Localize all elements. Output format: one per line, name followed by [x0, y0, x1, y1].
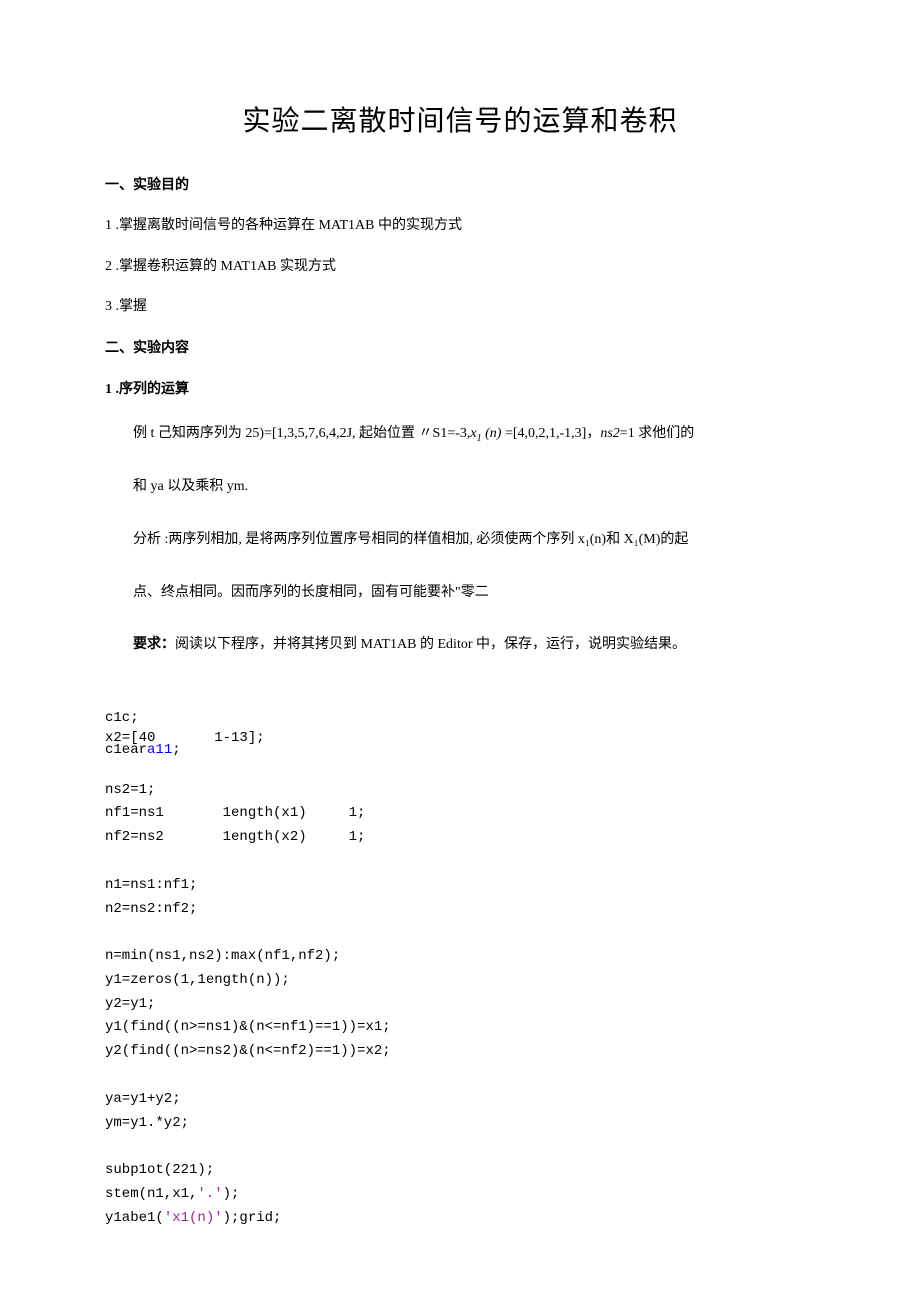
- code-line-14: ym=y1.*y2;: [105, 1115, 189, 1131]
- matlab-code-block: c1c; x2=[40 1-13];c1eara11; ns2=1; nf1=n…: [105, 683, 815, 1231]
- objective-3: 3 .掌握: [105, 296, 815, 318]
- example-line-2: 和 ya 以及乘积 ym.: [133, 472, 815, 503]
- code-line-5: nf2=ns2 1ength(x2) 1;: [105, 829, 365, 845]
- code-line-3: ns2=1;: [105, 782, 155, 798]
- code-overlap-line: x2=[40 1-13];c1eara11;: [105, 731, 815, 755]
- eq-text: =[4,0,2,1,-1,3]，: [505, 426, 600, 441]
- code-overlap-b: c1eara11;: [105, 739, 181, 763]
- code-stem-pre: stem(n1,x1,: [105, 1186, 197, 1202]
- document-title: 实验二离散时间信号的运算和卷积: [105, 100, 815, 145]
- code-clear-tail: ;: [172, 742, 180, 758]
- code-line-12: y2(find((n>=ns2)&(n<=nf2)==1))=x2;: [105, 1043, 391, 1059]
- code-line-1: c1c;: [105, 710, 139, 726]
- code-line-16: stem(n1,x1,'.');: [105, 1186, 239, 1202]
- example-prefix: 例 t 己知两序列为 25)=[1,3,5,7,6,4,2J, 起始位置 〃S1…: [133, 426, 470, 441]
- code-line-10: y2=y1;: [105, 996, 155, 1012]
- objective-2: 2 .掌握卷积运算的 MAT1AB 实现方式: [105, 256, 815, 278]
- code-stem-tail: );: [223, 1186, 240, 1202]
- code-keyword-all: a11: [147, 742, 172, 758]
- code-line-6: n1=ns1:nf1;: [105, 877, 197, 893]
- section-1-heading: 一、实验目的: [105, 175, 815, 197]
- code-line-8: n=min(ns1,ns2):max(nf1,nf2);: [105, 948, 340, 964]
- document-page: 实验二离散时间信号的运算和卷积 一、实验目的 1 .掌握离散时间信号的各种运算在…: [0, 0, 920, 1301]
- analysis-line-1: 分析 :两序列相加, 是将两序列位置序号相同的样值相加, 必须使两个序列 x₁(…: [133, 525, 815, 556]
- requirement-label: 要求：: [133, 637, 175, 652]
- code-clear-pre: c1ear: [105, 742, 147, 758]
- code-line-13: ya=y1+y2;: [105, 1091, 181, 1107]
- code-line-15: subp1ot(221);: [105, 1162, 214, 1178]
- code-line-4: nf1=ns1 1ength(x1) 1;: [105, 805, 365, 821]
- var-ns2: ns2: [600, 426, 619, 441]
- analysis-line-2: 点、终点相同。因而序列的长度相同，固有可能要补"零二: [133, 578, 815, 609]
- code-line-9: y1=zeros(1,1ength(n));: [105, 972, 290, 988]
- code-string-dot: '.': [197, 1186, 222, 1202]
- requirement-text: 阅读以下程序，并将其拷贝到 MAT1AB 的 Editor 中，保存，运行，说明…: [175, 637, 686, 652]
- example-line-1: 例 t 己知两序列为 25)=[1,3,5,7,6,4,2J, 起始位置 〃S1…: [133, 419, 815, 450]
- code-ylabel-pre: y1abe1(: [105, 1210, 164, 1226]
- var-xn: (n): [482, 426, 505, 441]
- code-line-17: y1abe1('x1(n)');grid;: [105, 1210, 281, 1226]
- section-2-heading: 二、实验内容: [105, 338, 815, 360]
- ns2-tail: =1 求他们的: [620, 426, 694, 441]
- code-line-11: y1(find((n>=ns1)&(n<=nf1)==1))=x1;: [105, 1019, 391, 1035]
- code-line-7: n2=ns2:nf2;: [105, 901, 197, 917]
- objective-1: 1 .掌握离散时间信号的各种运算在 MAT1AB 中的实现方式: [105, 215, 815, 237]
- subsection-1-heading: 1 .序列的运算: [105, 379, 815, 401]
- code-string-x1n: 'x1(n)': [164, 1210, 223, 1226]
- requirement-line: 要求：阅读以下程序，并将其拷贝到 MAT1AB 的 Editor 中，保存，运行…: [133, 630, 815, 661]
- code-ylabel-tail: );grid;: [223, 1210, 282, 1226]
